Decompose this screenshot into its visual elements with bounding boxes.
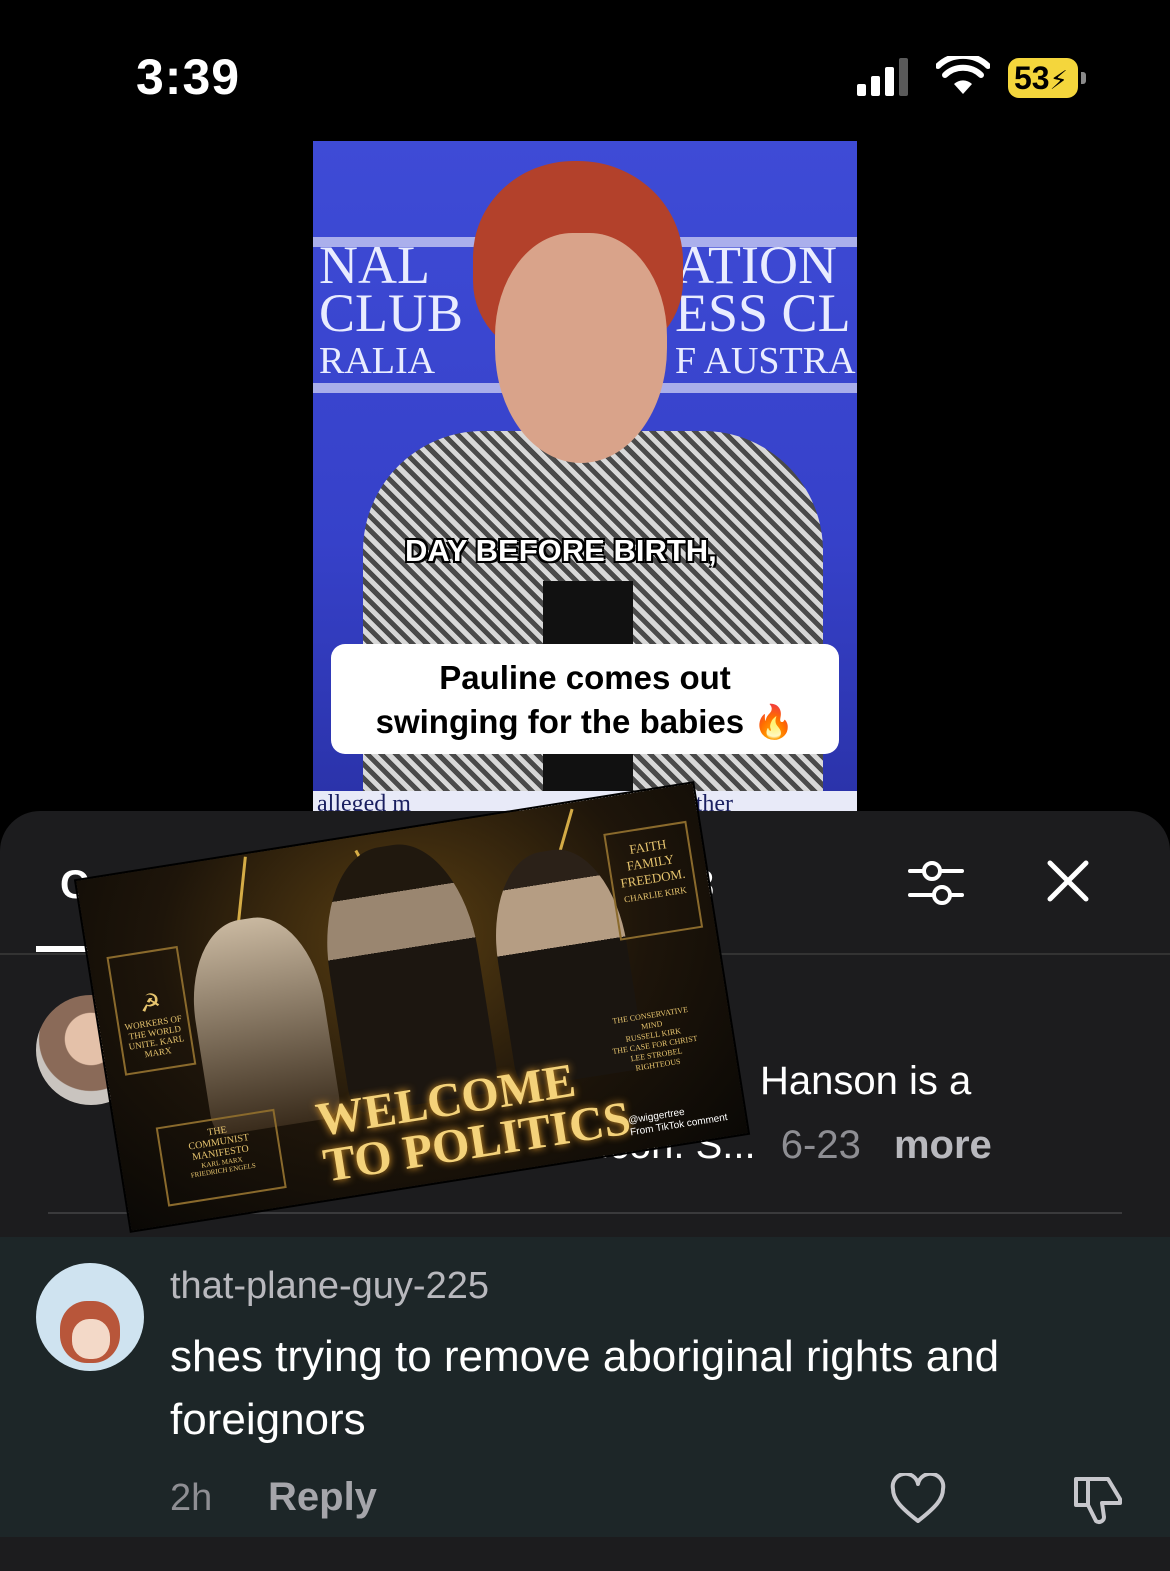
avatar-face <box>72 1319 110 1359</box>
close-icon[interactable] <box>1044 857 1092 905</box>
backdrop-text: CLUB <box>319 283 464 343</box>
comment-username[interactable]: that-plane-guy-225 <box>170 1265 489 1308</box>
book-left-text: WORKERS OF THE WORLD UNITE. KARL MARX <box>123 1013 185 1060</box>
comment-time: 2h <box>170 1477 213 1519</box>
heart-icon[interactable] <box>890 1473 946 1525</box>
speaker-face <box>495 233 667 463</box>
battery-indicator: 53⚡ <box>1008 58 1078 98</box>
sliders-icon[interactable] <box>908 855 964 911</box>
battery-tip <box>1081 72 1086 84</box>
backdrop-text-left: NAL CLUB RALIA <box>319 235 464 385</box>
caption-line-2: swinging for the babies 🔥 <box>375 703 795 740</box>
reply-button[interactable]: Reply <box>268 1475 377 1520</box>
status-time: 3:39 <box>136 49 241 105</box>
tiktok-watermark: @wiggertree From TikTok comment <box>628 1100 729 1139</box>
bottom-strip <box>0 1537 1170 1562</box>
comment-item: that-plane-guy-225 shes trying to remove… <box>0 1237 1170 1537</box>
more-link[interactable]: more <box>894 1123 992 1167</box>
battery-level: 53 <box>1014 60 1050 96</box>
avatar[interactable] <box>36 1263 144 1371</box>
charging-icon: ⚡ <box>1049 65 1068 95</box>
video-player[interactable]: NAL CLUB RALIA ATION ESS CL F AUSTRA DAY… <box>313 141 857 811</box>
book-right: FAITH FAMILY FREEDOM. CHARLIE KIRK <box>603 820 704 941</box>
lower-third-left: alleged m <box>317 791 411 811</box>
backdrop-text: NAL <box>319 235 430 295</box>
backdrop-text: ATION <box>675 235 837 295</box>
video-subtitle: DAY BEFORE BIRTH, <box>405 533 717 568</box>
comment-text: Hanson is a <box>760 1059 972 1103</box>
caption-line-1: Pauline comes out <box>439 659 731 696</box>
backdrop-text-right: ATION ESS CL F AUSTRA <box>675 235 856 385</box>
backdrop-text: RALIA <box>319 340 436 382</box>
cellular-signal-icon <box>857 58 908 96</box>
book-left: ☭ WORKERS OF THE WORLD UNITE. KARL MARX <box>106 945 197 1076</box>
status-bar: 3:39 53⚡ <box>0 0 1170 130</box>
comment-text: shes trying to remove aboriginal rights … <box>170 1332 1000 1444</box>
backdrop-text: ESS CL <box>675 283 851 343</box>
comment-date: 6-23 <box>780 1123 861 1167</box>
video-caption-box: Pauline comes out swinging for the babie… <box>331 644 839 754</box>
wifi-icon <box>936 56 990 94</box>
thumbs-down-icon[interactable] <box>1070 1473 1126 1525</box>
book-bottom: THE COMMUNIST MANIFESTO KARL MARX FRIEDR… <box>155 1108 287 1207</box>
backdrop-text: F AUSTRA <box>675 340 856 382</box>
